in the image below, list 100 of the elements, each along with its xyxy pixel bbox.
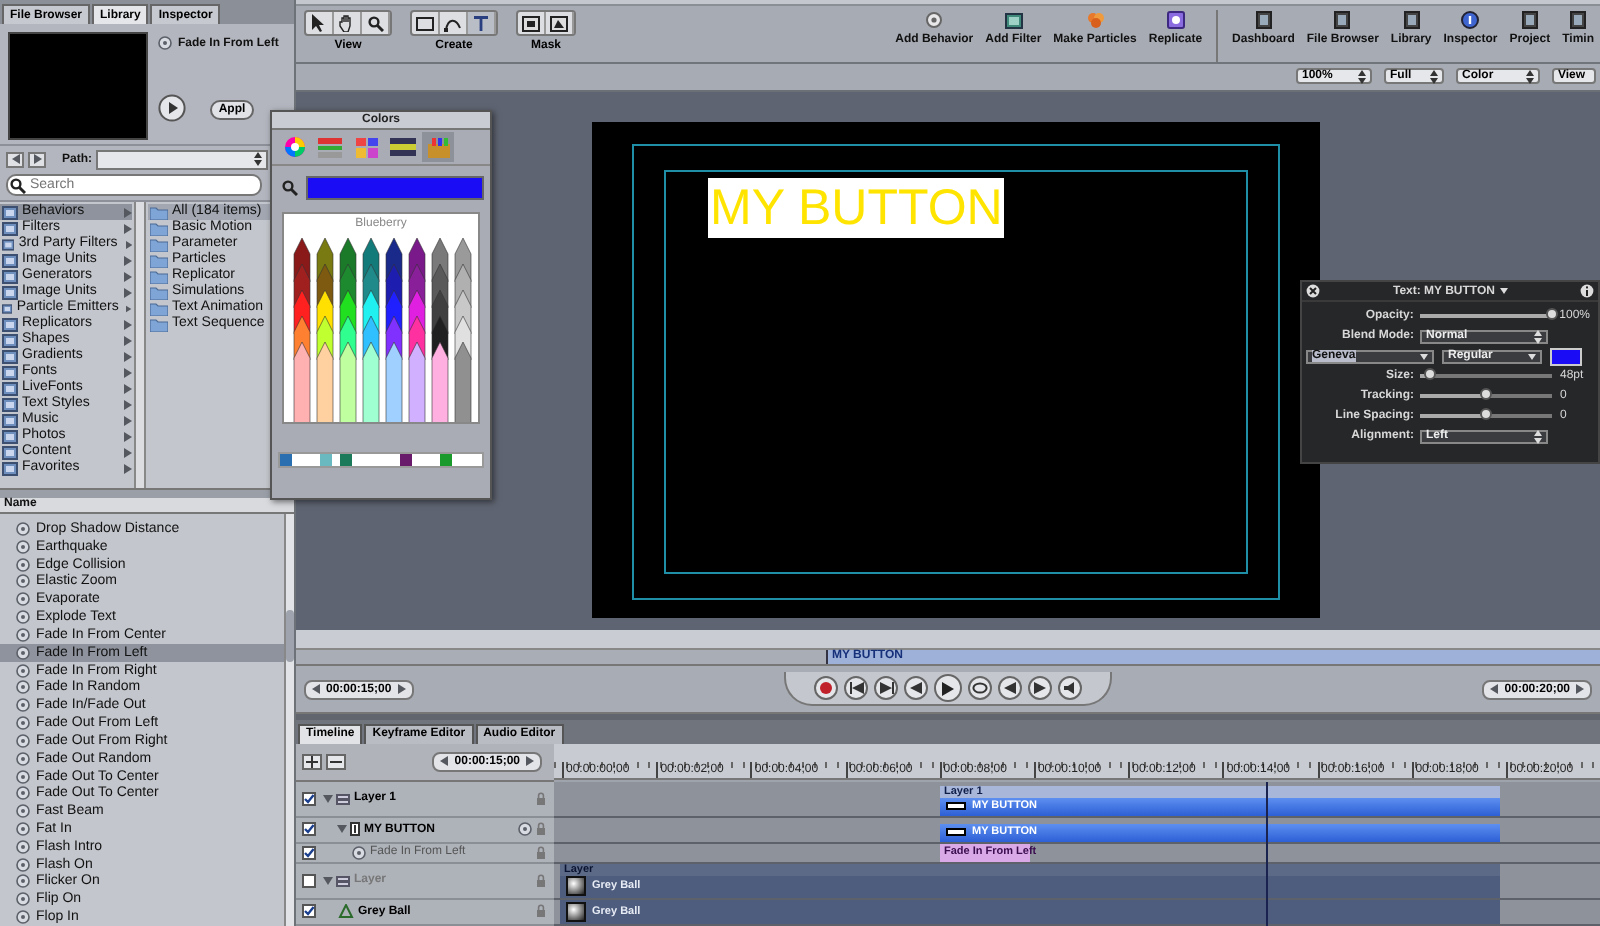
go-to-start-button[interactable] xyxy=(844,676,868,701)
scrollbar[interactable] xyxy=(284,514,294,926)
curve-icon xyxy=(444,15,462,31)
disclosure-triangle-icon[interactable] xyxy=(323,794,333,803)
triangle-left-icon xyxy=(1490,684,1499,695)
caret-icon[interactable] xyxy=(1499,288,1507,294)
info-icon[interactable] xyxy=(1579,284,1594,298)
info-icon xyxy=(1460,10,1481,30)
close-icon[interactable] xyxy=(1306,284,1320,298)
slider-thumb[interactable] xyxy=(1424,368,1437,380)
play-icon xyxy=(942,681,954,696)
skip-back-icon xyxy=(849,682,863,695)
slider-thumb[interactable] xyxy=(1480,388,1492,400)
checkbox[interactable] xyxy=(302,791,316,806)
search-icon[interactable] xyxy=(282,180,298,196)
next-keyframe-button[interactable] xyxy=(1028,676,1052,701)
speaker-icon xyxy=(1064,682,1076,695)
text-layer-icon xyxy=(350,822,360,837)
forward-button[interactable] xyxy=(28,151,46,167)
audio-button[interactable] xyxy=(1058,676,1082,701)
checkbox[interactable] xyxy=(302,845,316,860)
scrollbar-thumb[interactable] xyxy=(286,610,294,662)
play-icon xyxy=(158,94,186,122)
layer-stack-icon xyxy=(336,791,350,806)
triangle-outline-icon xyxy=(338,904,354,919)
add-button[interactable] xyxy=(302,753,322,770)
behavior-icon xyxy=(352,845,366,860)
gear-icon xyxy=(518,822,532,837)
disclosure-triangle-icon[interactable] xyxy=(323,876,333,885)
ball-thumbnail xyxy=(566,901,586,922)
color-wheel-icon xyxy=(283,136,305,158)
step-back-button[interactable] xyxy=(904,676,928,701)
color-mode-tab[interactable] xyxy=(314,132,346,162)
mini-timeline-ruler[interactable] xyxy=(296,629,1600,650)
triangle-right-icon xyxy=(33,154,41,164)
square-icon xyxy=(1165,10,1186,30)
blob-icon xyxy=(1085,10,1105,30)
checkbox[interactable] xyxy=(302,822,316,837)
rectangle-mask-tool-button[interactable] xyxy=(518,12,546,34)
zoom-tool-button[interactable] xyxy=(362,12,390,34)
panel-icon xyxy=(1332,10,1353,30)
triangle-left-icon xyxy=(440,756,449,767)
crayons-icon xyxy=(427,137,449,157)
sliders-icon xyxy=(318,137,342,157)
disclosure-triangle-icon[interactable] xyxy=(337,825,347,834)
color-mode-tab[interactable] xyxy=(386,132,418,162)
checkbox[interactable] xyxy=(302,904,316,919)
swatch-strip-drawing[interactable] xyxy=(278,452,484,468)
loop-button[interactable] xyxy=(968,676,992,701)
stepper-arrows-icon xyxy=(1534,329,1542,343)
shape-mask-tool-button[interactable] xyxy=(546,12,574,34)
stepper-arrows-icon xyxy=(1430,69,1438,84)
skip-forward-icon xyxy=(879,682,893,695)
rectangle-mask-icon xyxy=(522,15,540,31)
record-icon xyxy=(820,682,832,695)
stepper-arrows-icon xyxy=(1534,429,1542,443)
back-button[interactable] xyxy=(6,151,24,167)
text-icon xyxy=(472,14,490,32)
minus-icon xyxy=(330,755,342,768)
image-icon xyxy=(1003,10,1024,30)
color-mode-tab[interactable] xyxy=(422,132,454,162)
panel-icon xyxy=(1253,10,1274,30)
panel-icon xyxy=(1519,10,1540,30)
triangle-right-icon xyxy=(1576,684,1584,695)
scrollbar[interactable] xyxy=(134,202,146,488)
select-tool-button[interactable] xyxy=(306,12,334,34)
triangle-right-icon xyxy=(397,684,406,695)
layer-stack-icon xyxy=(336,873,350,888)
shape-mask-icon xyxy=(550,15,568,31)
hand-tool-button[interactable] xyxy=(334,12,362,34)
palette-grid-icon xyxy=(355,137,377,157)
caret-icon xyxy=(1420,353,1428,359)
previous-keyframe-button[interactable] xyxy=(998,676,1022,701)
circle-icon xyxy=(924,10,945,30)
triangle-left-icon xyxy=(312,684,320,695)
play-button[interactable] xyxy=(158,94,186,126)
text-tool-button[interactable] xyxy=(468,12,496,34)
checkbox[interactable] xyxy=(302,873,316,888)
remove-button[interactable] xyxy=(326,753,346,770)
play-button[interactable] xyxy=(934,674,962,703)
triangle-left-icon xyxy=(910,682,922,695)
triangle-right-icon xyxy=(1034,682,1046,695)
panel-icon xyxy=(1568,10,1589,30)
stepper-arrows-icon xyxy=(1526,69,1534,84)
record-button[interactable] xyxy=(814,676,838,701)
behavior-icon xyxy=(158,36,172,50)
hand-icon xyxy=(338,14,356,32)
color-swatch[interactable] xyxy=(1550,347,1582,365)
plus-icon xyxy=(306,755,318,768)
stepper-arrows-icon xyxy=(1358,69,1366,84)
rectangle-tool-button[interactable] xyxy=(412,12,440,34)
search-icon xyxy=(10,177,26,193)
crayons-drawing[interactable] xyxy=(287,234,475,422)
go-to-end-button[interactable] xyxy=(874,676,898,701)
triangle-left-icon xyxy=(1004,682,1016,695)
color-mode-tab[interactable] xyxy=(350,132,382,162)
slider-thumb[interactable] xyxy=(1480,408,1492,420)
current-color-swatch[interactable] xyxy=(306,176,484,200)
path-dropdown[interactable] xyxy=(96,149,268,169)
slider-thumb[interactable] xyxy=(1545,308,1558,320)
